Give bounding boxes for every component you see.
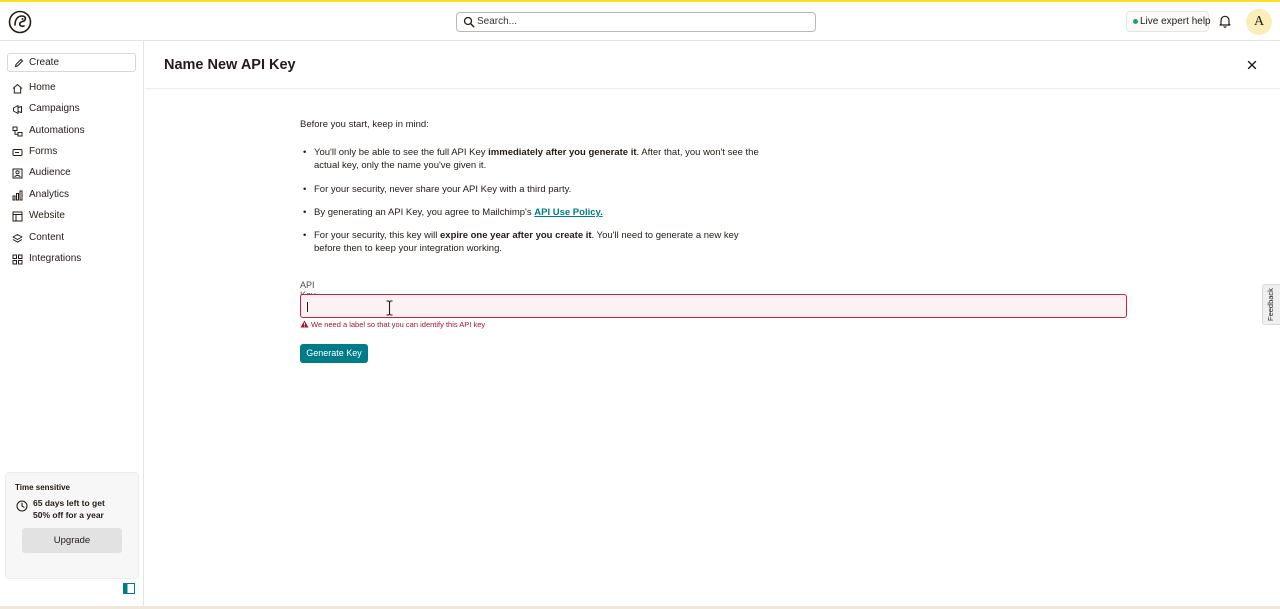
create-button[interactable]: Create [7,53,136,72]
intro-text: Before you start, keep in mind: [300,119,429,130]
generate-key-button[interactable]: Generate Key [300,344,368,363]
notification-bell-icon[interactable] [1218,14,1232,28]
forms-icon [12,149,23,156]
close-icon[interactable] [1245,58,1259,72]
sidebar-item-label: Analytics [29,189,70,200]
promo-text-line2: 50% off for a year [33,510,104,520]
bullet-text: For your security, this key will [314,230,440,241]
sidebar-item-automations[interactable]: Automations [12,123,137,141]
audience-icon [12,168,23,179]
text-cursor-icon [386,300,393,316]
analytics-icon [12,190,23,201]
error-text: We need a label so that you can identify… [311,320,486,329]
live-help-label: Live expert help [1140,16,1211,27]
sidebar-item-audience[interactable]: Audience [12,165,137,183]
sidebar-item-content[interactable]: Content [12,230,137,248]
live-expert-help-button[interactable]: Live expert help [1126,11,1211,32]
integrations-icon [12,254,23,265]
sidebar-item-label: Home [29,82,56,93]
sidebar: Create Home Campaigns Automations Forms … [0,41,144,609]
mailchimp-logo-icon[interactable] [8,10,32,34]
feedback-label: Feedback [1266,288,1275,321]
sidebar-item-forms[interactable]: Forms [12,144,137,162]
main-content: Name New API Key Before you start, keep … [145,41,1280,609]
sidebar-item-label: Audience [29,167,71,178]
user-avatar[interactable]: A [1246,9,1272,35]
sidebar-item-label: Content [29,232,65,243]
text-caret [307,302,308,312]
website-icon [12,211,23,222]
field-error-message: We need a label so that you can identify… [300,320,485,329]
bullet-text: You'll only be able to see the full API … [314,147,489,158]
warning-icon [300,320,309,328]
sidebar-item-home[interactable]: Home [12,80,137,98]
upgrade-button[interactable]: Upgrade [22,528,122,553]
create-label: Create [29,57,60,68]
page-title: Name New API Key [164,57,296,73]
search-icon [463,16,475,28]
sidebar-item-campaigns[interactable]: Campaigns [12,101,137,119]
bullet-item: For your security, this key will expire … [303,229,764,255]
promo-text-line1: 65 days left to get [33,498,105,508]
bullet-text: By generating an API Key, you agree to M… [314,207,535,218]
sidebar-item-website[interactable]: Website [12,208,137,226]
bullet-bold-text: expire one year after you create it [440,230,592,241]
upgrade-promo-card: Time sensitive 65 days left to get 50% o… [5,472,139,579]
collapse-sidebar-icon[interactable] [123,583,135,594]
search-input[interactable]: Search... [456,12,816,32]
pencil-icon [14,58,24,68]
sidebar-item-label: Website [29,210,65,221]
automations-icon [12,126,23,137]
sidebar-item-label: Forms [29,146,58,157]
megaphone-icon [13,105,22,114]
bullet-bold-text: immediately after you generate it [488,147,637,158]
sidebar-item-analytics[interactable]: Analytics [12,187,137,205]
promo-heading: Time sensitive [15,483,70,492]
sidebar-item-label: Integrations [29,253,82,264]
sidebar-item-integrations[interactable]: Integrations [12,251,137,269]
search-placeholder: Search... [477,16,518,27]
sidebar-item-label: Automations [29,125,85,136]
top-bar: Search... Live expert help A [0,2,1280,41]
bullet-item: For your security, never share your API … [303,183,764,196]
bullet-item: You'll only be able to see the full API … [303,146,764,172]
online-status-dot [1133,18,1138,24]
dialog-header: Name New API Key [145,41,1280,89]
feedback-tab[interactable]: Feedback [1262,284,1280,325]
clock-icon [16,500,28,512]
bullet-text: For your security, never share your API … [314,184,572,195]
bullet-item: By generating an API Key, you agree to M… [303,206,764,219]
sidebar-item-label: Campaigns [29,103,80,114]
api-use-policy-link[interactable]: API Use Policy. [534,207,602,218]
api-key-name-input[interactable] [300,294,1127,318]
home-icon [12,83,23,94]
content-icon [12,234,23,243]
